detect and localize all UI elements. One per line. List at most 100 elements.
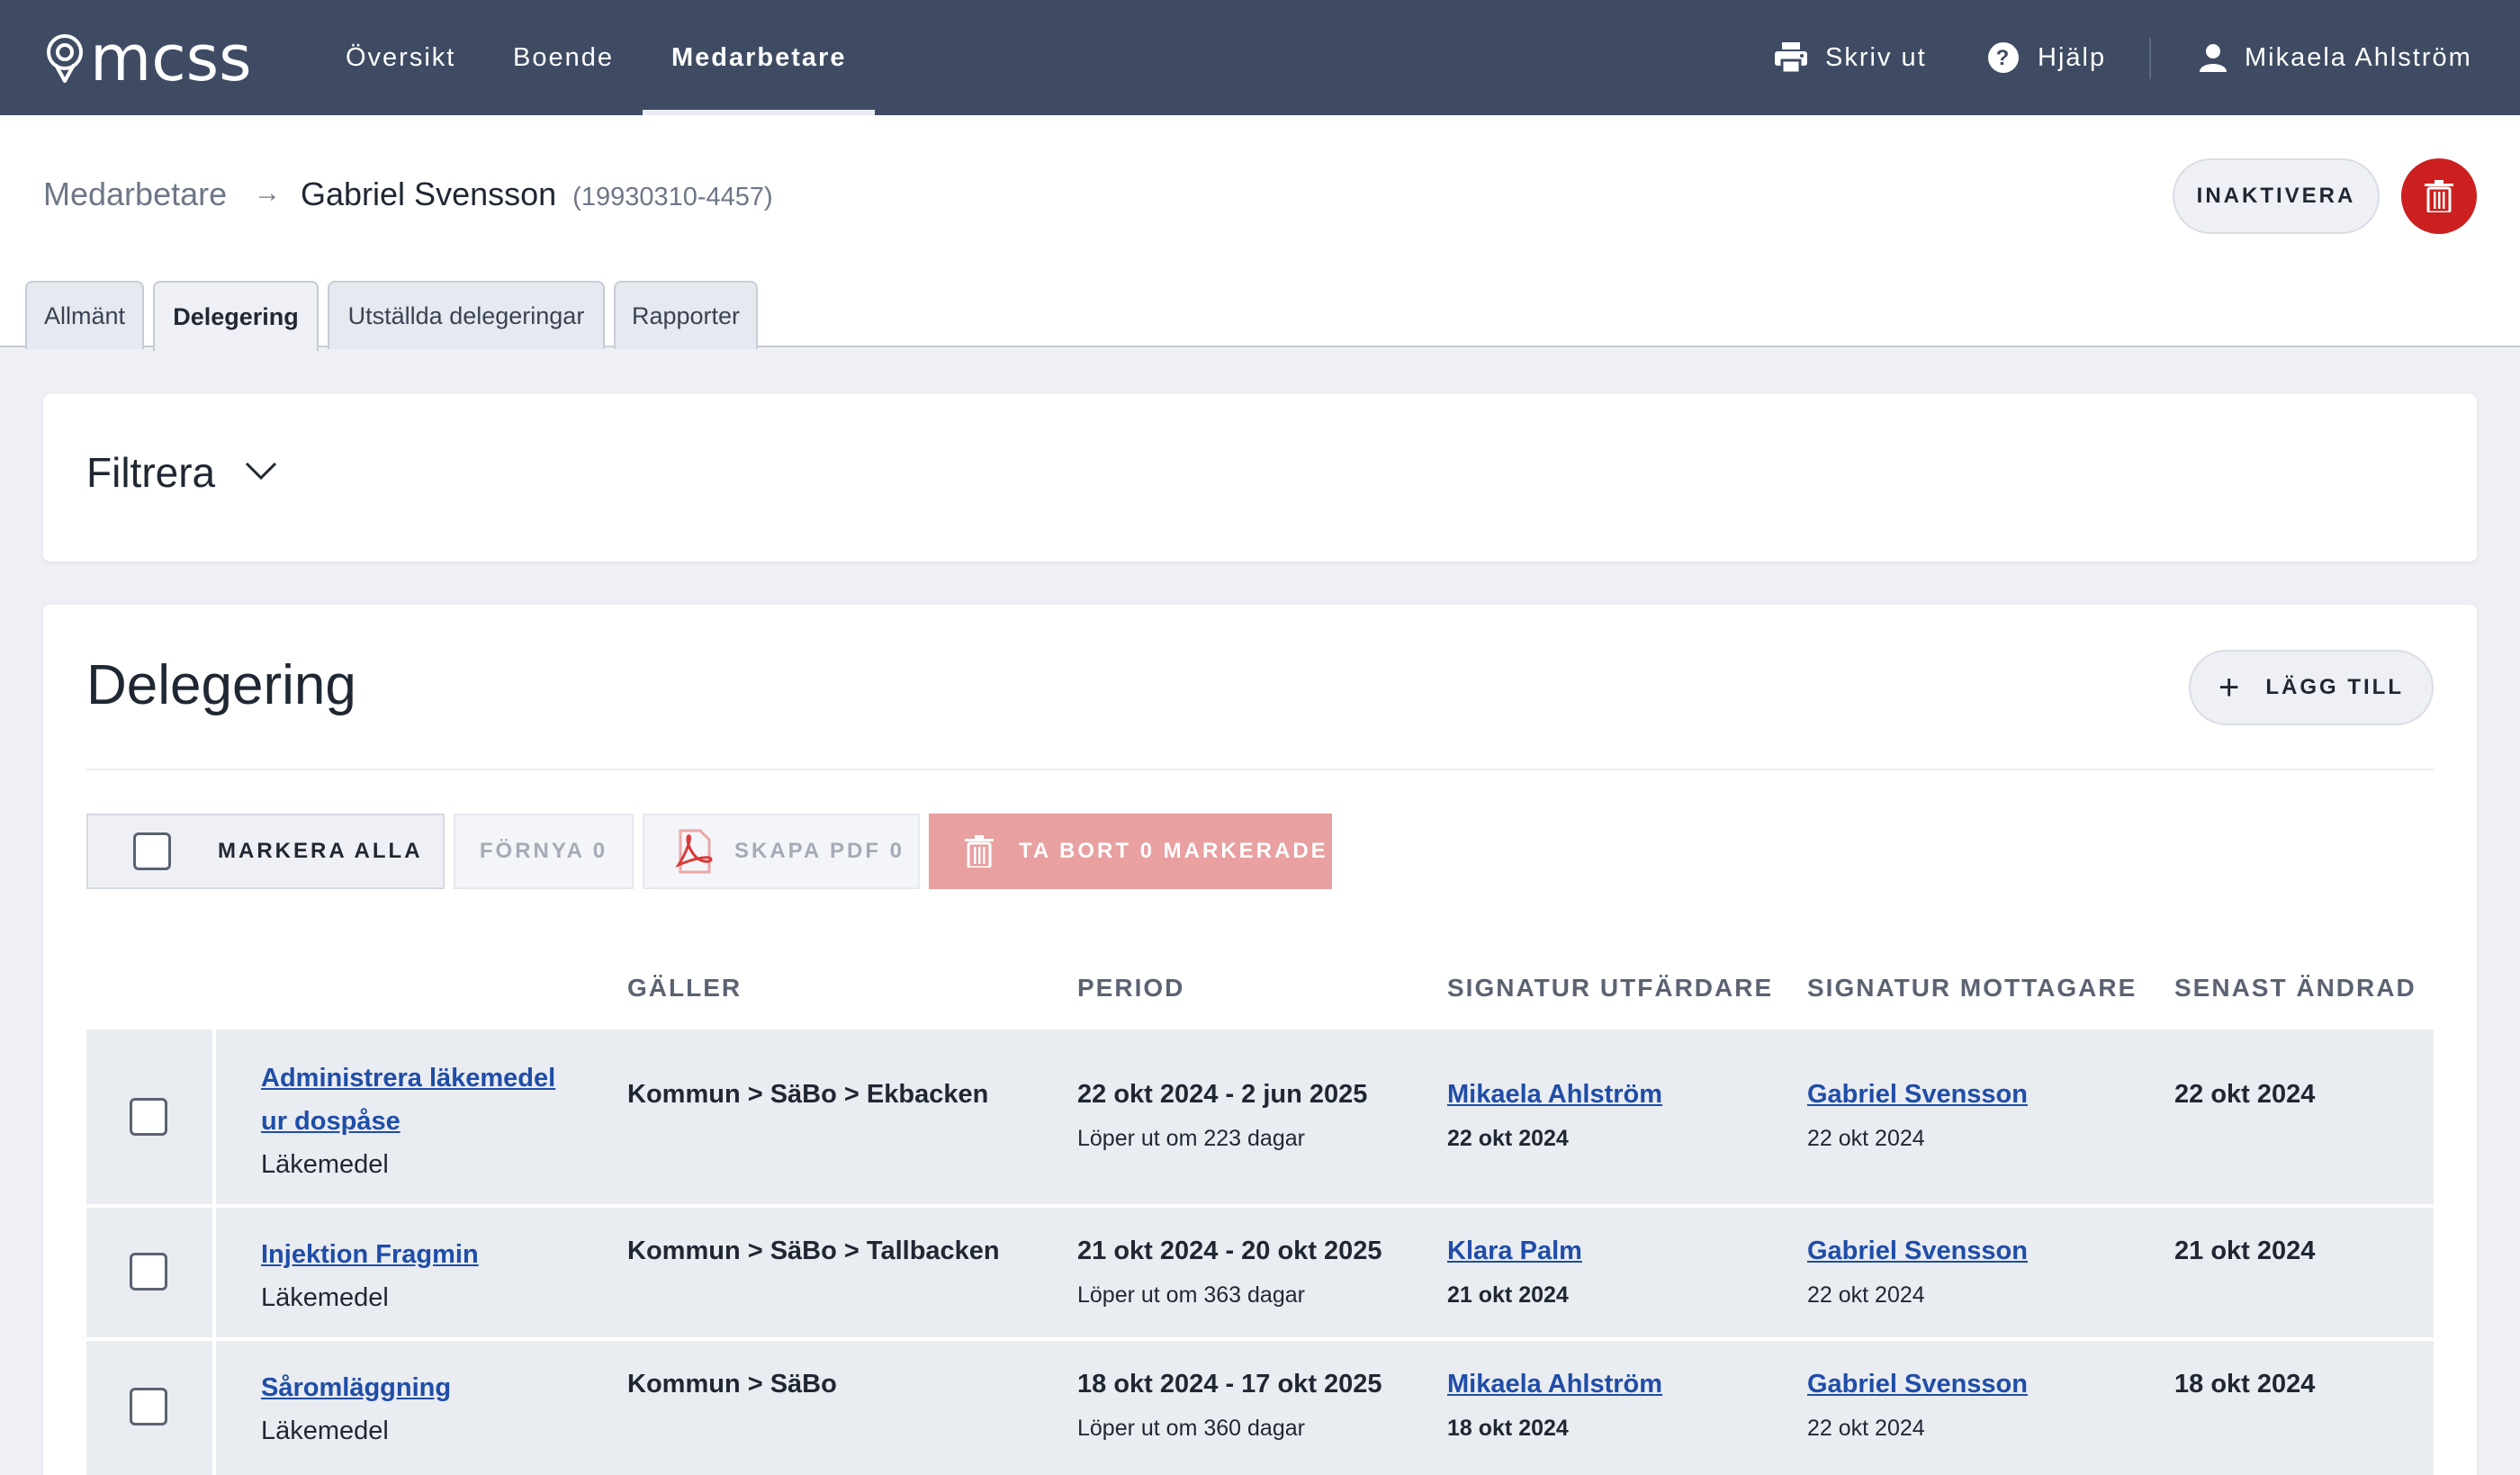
add-delegation-button[interactable]: + LÄGG TILL [2189,650,2434,725]
row-separator [212,1030,216,1204]
delegation-category: Läkemedel [261,1150,389,1179]
inactivate-button[interactable]: INAKTIVERA [2173,158,2380,234]
breadcrumb-current: Gabriel Svensson (19930310-4457) [301,175,773,213]
section-divider [86,769,2434,770]
nav-medarbetare[interactable]: Medarbetare [671,0,846,115]
create-pdf-button[interactable]: SKAPA PDF 0 [643,814,920,889]
delete-selected-button[interactable]: TA BORT 0 MARKERADE [929,814,1332,889]
row-checkbox[interactable] [130,1253,167,1291]
receiver-link[interactable]: Gabriel Svensson [1807,1370,2028,1399]
select-all-button[interactable]: MARKERA ALLA [86,814,445,889]
employee-personnummer: (19930310-4457) [572,183,773,211]
receiver-cell: Gabriel Svensson 22 okt 2024 [1807,1237,2028,1309]
chevron-down-icon[interactable] [245,461,277,481]
column-header-signatur-utfardare[interactable]: SIGNATUR UTFÄRDARE [1447,974,1773,1003]
period-expires: Löper ut om 223 dagar [1077,1126,1305,1151]
column-header-senast-andrad[interactable]: SENAST ÄNDRAD [2174,974,2416,1003]
issuer-cell: Mikaela Ahlström 18 okt 2024 [1447,1370,1662,1442]
row-checkbox[interactable] [130,1098,167,1136]
top-navigation-bar: mcss Översikt Boende Medarbetare Skriv u… [0,0,2520,115]
row-separator [212,1208,216,1337]
help-icon: ? [1988,42,2019,73]
select-all-label: MARKERA ALLA [218,839,423,863]
print-label: Skriv ut [1825,42,1927,72]
issuer-link[interactable]: Klara Palm [1447,1237,1582,1266]
issuer-link[interactable]: Mikaela Ahlström [1447,1370,1662,1399]
pdf-icon [675,829,713,874]
delegation-title-cell: Såromläggning Läkemedel [261,1366,451,1453]
column-header-period[interactable]: PERIOD [1077,974,1184,1003]
tab-rapporter[interactable]: Rapporter [614,281,758,349]
logo-pin-icon [47,34,83,83]
receiver-date: 22 okt 2024 [1807,1282,1925,1308]
tab-utstallda-delegeringar[interactable]: Utställda delegeringar [328,281,605,349]
period-expires: Löper ut om 360 dagar [1077,1416,1305,1441]
issuer-date: 22 okt 2024 [1447,1126,1569,1151]
toolbar-divider [2149,38,2151,79]
column-header-signatur-mottagare[interactable]: SIGNATUR MOTTAGARE [1807,974,2137,1003]
delegation-link-cont[interactable]: ur dospåse [261,1107,400,1136]
galler-cell: Kommun > SäBo > Tallbacken [627,1237,1000,1265]
help-button[interactable]: ? Hjälp [1987,0,2106,115]
employee-name: Gabriel Svensson [301,175,557,212]
delegation-link[interactable]: Administrera läkemedel [261,1064,555,1093]
user-menu[interactable]: Mikaela Ahlström [2200,0,2472,115]
delegation-category: Läkemedel [261,1417,389,1445]
period-cell: 18 okt 2024 - 17 okt 2025 Löper ut om 36… [1077,1370,1382,1442]
delete-selected-label: TA BORT 0 MARKERADE [1019,839,1328,863]
receiver-date: 22 okt 2024 [1807,1126,1925,1151]
delegation-link[interactable]: Injektion Fragmin [261,1240,479,1269]
trash-icon [965,835,994,868]
delegation-title-cell: Injektion Fragmin Läkemedel [261,1233,479,1319]
changed-cell: 22 okt 2024 [2174,1080,2316,1109]
table-row: Såromläggning Läkemedel Kommun > SäBo 18… [86,1341,2434,1475]
galler-cell: Kommun > SäBo [627,1370,837,1399]
user-name: Mikaela Ahlström [2245,42,2472,72]
add-label: LÄGG TILL [2265,675,2404,699]
column-header-galler[interactable]: GÄLLER [627,974,742,1003]
changed-cell: 21 okt 2024 [2174,1237,2316,1265]
select-all-checkbox[interactable] [133,832,171,870]
print-button[interactable]: Skriv ut [1775,0,1927,115]
receiver-link[interactable]: Gabriel Svensson [1807,1080,2028,1110]
table-row: Administrera läkemedel ur dospåse Läkeme… [86,1030,2434,1204]
changed-cell: 18 okt 2024 [2174,1370,2316,1399]
period-range: 18 okt 2024 - 17 okt 2025 [1077,1370,1382,1399]
issuer-date: 18 okt 2024 [1447,1416,1569,1441]
logo-text: mcss [90,22,252,95]
tab-allmant[interactable]: Allmänt [25,281,144,349]
period-cell: 22 okt 2024 - 2 jun 2025 Löper ut om 223… [1077,1080,1367,1152]
delegation-link[interactable]: Såromläggning [261,1373,451,1402]
breadcrumb-arrow-icon: → [254,178,281,208]
galler-cell: Kommun > SäBo > Ekbacken [627,1080,989,1109]
create-pdf-label: SKAPA PDF 0 [734,839,905,863]
row-separator [212,1341,216,1475]
filter-toggle[interactable]: Filtrera [86,448,215,497]
delegation-category: Läkemedel [261,1283,389,1312]
delegation-title-cell: Administrera läkemedel ur dospåse Läkeme… [261,1057,555,1186]
tab-delegering[interactable]: Delegering [153,281,319,351]
period-range: 21 okt 2024 - 20 okt 2025 [1077,1237,1382,1265]
breadcrumb-root[interactable]: Medarbetare [43,175,227,213]
period-expires: Löper ut om 363 dagar [1077,1282,1305,1308]
trash-icon [2425,180,2453,212]
table-row: Injektion Fragmin Läkemedel Kommun > SäB… [86,1208,2434,1337]
receiver-cell: Gabriel Svensson 22 okt 2024 [1807,1370,2028,1442]
svg-text:?: ? [1996,46,2012,70]
period-range: 22 okt 2024 - 2 jun 2025 [1077,1080,1368,1109]
app-logo[interactable]: mcss [43,27,252,90]
renew-button[interactable]: FÖRNYA 0 [454,814,634,889]
nav-oversikt[interactable]: Översikt [346,0,455,115]
printer-icon [1775,42,1807,73]
issuer-link[interactable]: Mikaela Ahlström [1447,1080,1662,1110]
section-title: Delegering [86,654,356,716]
issuer-cell: Mikaela Ahlström 22 okt 2024 [1447,1080,1662,1152]
period-cell: 21 okt 2024 - 20 okt 2025 Löper ut om 36… [1077,1237,1382,1309]
help-label: Hjälp [2038,42,2107,72]
delete-employee-button[interactable] [2401,158,2477,234]
row-checkbox[interactable] [130,1388,167,1426]
receiver-link[interactable]: Gabriel Svensson [1807,1237,2028,1266]
nav-boende[interactable]: Boende [513,0,614,115]
user-icon [2200,44,2227,72]
issuer-date: 21 okt 2024 [1447,1282,1569,1308]
